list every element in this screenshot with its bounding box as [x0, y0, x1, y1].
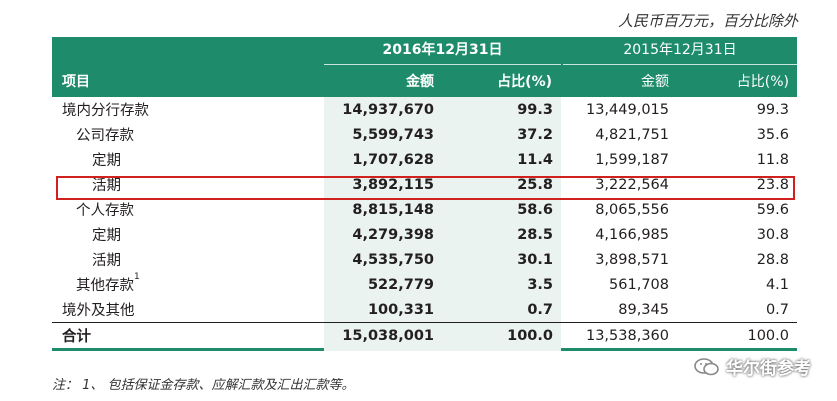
row-amount-2016: 1,707,628 — [352, 151, 434, 168]
row-amount-2015: 13,538,360 — [585, 327, 669, 344]
row-item-label: 其他存款 — [76, 278, 134, 294]
table-row: 其他存款1 522,779 3.5 561,708 4.1 — [52, 272, 797, 297]
row-item: 公司存款 — [76, 128, 134, 144]
header-divider-2016 — [324, 64, 561, 65]
row-amount-2016: 5,599,743 — [352, 126, 434, 143]
row-item: 活期 — [92, 253, 121, 269]
row-percent-2015: 35.6 — [756, 126, 789, 143]
table-row: 境外及其他 100,331 0.7 89,345 0.7 — [52, 297, 797, 322]
table-row: 定期 4,279,398 28.5 4,166,985 30.8 — [52, 222, 797, 247]
row-percent-2015: 30.8 — [756, 226, 789, 243]
row-percent-2015: 11.8 — [756, 151, 789, 168]
row-percent-2015: 59.6 — [756, 201, 789, 218]
highlight-box — [56, 176, 795, 200]
row-percent-2016: 3.5 — [527, 276, 553, 293]
row-item: 个人存款 — [76, 203, 134, 219]
row-amount-2016: 100,331 — [367, 301, 434, 318]
row-percent-2015: 99.3 — [756, 101, 789, 118]
row-amount-2016: 4,279,398 — [352, 226, 434, 243]
row-percent-2015: 0.7 — [765, 301, 789, 318]
footnote: 注： 1、 包括保证金存款、应解汇款及汇出汇款等。 — [52, 378, 355, 393]
row-amount-2016: 522,779 — [367, 276, 434, 293]
row-amount-2015: 4,166,985 — [595, 226, 669, 243]
row-amount-2015: 8,065,556 — [595, 201, 669, 218]
row-amount-2015: 561,708 — [609, 276, 669, 293]
watermark: 华尔街参考 — [694, 354, 811, 379]
row-percent-2016: 100.0 — [507, 327, 553, 344]
header-amount-2016: 金额 — [406, 74, 434, 90]
table-header: 2016年12月31日 2015年12月31日 项目 金额 占比(%) 金额 占… — [52, 37, 797, 97]
header-percent-2015: 占比(%) — [736, 74, 789, 90]
table-row: 公司存款 5,599,743 37.2 4,821,751 35.6 — [52, 122, 797, 147]
row-item: 定期 — [92, 153, 121, 169]
row-item: 合计 — [62, 329, 91, 345]
row-percent-2016: 58.6 — [517, 201, 553, 218]
row-percent-2016: 11.4 — [517, 151, 553, 168]
row-percent-2015: 100.0 — [747, 327, 789, 344]
row-percent-2016: 28.5 — [517, 226, 553, 243]
table-row-total: 合计 15,038,001 100.0 13,538,360 100.0 — [52, 322, 797, 348]
row-amount-2016: 14,937,670 — [342, 101, 434, 118]
row-amount-2016: 8,815,148 — [352, 201, 434, 218]
footnote-marker: 1 — [134, 272, 140, 282]
row-percent-2016: 30.1 — [517, 251, 553, 268]
row-amount-2015: 4,821,751 — [595, 126, 669, 143]
table-row: 活期 4,535,750 30.1 3,898,571 28.8 — [52, 247, 797, 272]
wechat-icon — [694, 357, 719, 375]
row-percent-2016: 0.7 — [527, 301, 553, 318]
row-percent-2016: 37.2 — [517, 126, 553, 143]
row-percent-2015: 4.1 — [765, 276, 789, 293]
watermark-text: 华尔街参考 — [726, 359, 811, 379]
table-row: 个人存款 8,815,148 58.6 8,065,556 59.6 — [52, 197, 797, 222]
table-row: 定期 1,707,628 11.4 1,599,187 11.8 — [52, 147, 797, 172]
row-amount-2015: 13,449,015 — [585, 101, 669, 118]
row-percent-2016: 99.3 — [517, 101, 553, 118]
row-item: 境内分行存款 — [62, 103, 149, 119]
header-amount-2015: 金额 — [641, 74, 669, 90]
header-year-2015: 2015年12月31日 — [623, 42, 737, 58]
row-amount-2016: 4,535,750 — [352, 251, 434, 268]
header-year-2016: 2016年12月31日 — [382, 42, 503, 58]
header-item: 项目 — [62, 74, 90, 90]
row-percent-2015: 28.8 — [756, 251, 789, 268]
row-amount-2015: 89,345 — [618, 301, 669, 318]
unit-note: 人民币百万元，百分比除外 — [617, 12, 798, 30]
row-amount-2015: 3,898,571 — [595, 251, 669, 268]
row-amount-2016: 15,038,001 — [342, 327, 434, 344]
header-divider-2015 — [563, 64, 797, 65]
row-item: 其他存款1 — [52, 272, 324, 295]
table-row: 境内分行存款 14,937,670 99.3 13,449,015 99.3 — [52, 97, 797, 122]
row-amount-2015: 1,599,187 — [595, 151, 669, 168]
table-body: 境内分行存款 14,937,670 99.3 13,449,015 99.3 公… — [52, 97, 797, 351]
row-item: 境外及其他 — [62, 303, 135, 319]
header-percent-2016: 占比(%) — [497, 74, 552, 90]
row-item: 定期 — [92, 228, 121, 244]
